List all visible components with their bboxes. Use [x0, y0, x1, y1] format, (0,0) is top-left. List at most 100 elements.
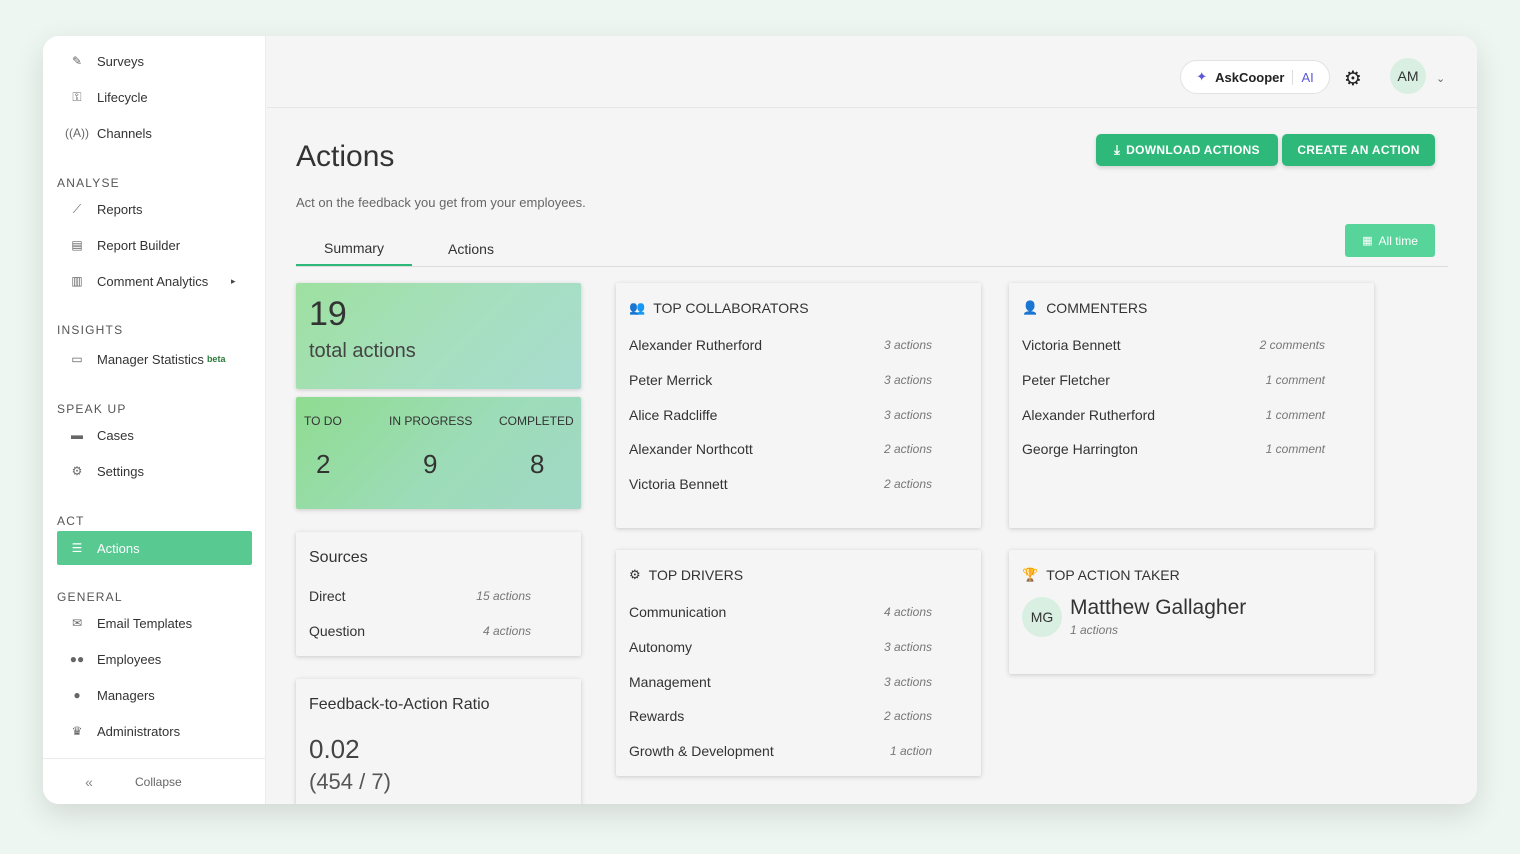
source-name: Direct [309, 588, 346, 604]
commenter-name: George Harrington [1022, 441, 1138, 457]
sources-title: Sources [309, 549, 368, 566]
users-icon: 👥 [629, 300, 646, 315]
download-actions-button[interactable]: ⤓ DOWNLOAD ACTIONS [1096, 134, 1278, 166]
ask-cooper-label: AskCooper [1215, 69, 1285, 85]
status-label-completed: COMPLETED [499, 414, 574, 428]
collaborator-count: 3 actions [883, 373, 932, 387]
tab-summary[interactable]: Summary [296, 232, 412, 266]
commenters-header: 👤 COMMENTERS [1022, 300, 1147, 316]
sidebar-item-label: Administrators [97, 723, 181, 739]
sidebar-item-label: Employees [97, 651, 162, 667]
collapse-label: Collapse [135, 774, 182, 789]
section-heading-act: ACT [57, 514, 85, 528]
top-action-taker-title: TOP ACTION TAKER [1046, 567, 1180, 583]
top-action-taker-header: 🏆 TOP ACTION TAKER [1022, 567, 1180, 583]
sparkle-icon: ✦ [1196, 69, 1208, 84]
collaborator-count: 3 actions [883, 408, 932, 422]
commenter-name: Alexander Rutherford [1022, 407, 1156, 423]
brush-icon: ✎ [71, 54, 83, 68]
sidebar-item-surveys[interactable]: ✎ Surveys [57, 44, 252, 78]
download-icon: ⤓ [1114, 142, 1121, 157]
bar-chart-icon: ▥ [71, 274, 83, 288]
tab-actions[interactable]: Actions [424, 232, 518, 266]
collaborator-name: Peter Merrick [629, 372, 713, 388]
ratio-value: 0.02 [309, 734, 360, 764]
envelope-icon: ✉ [71, 616, 83, 630]
sidebar-item-cases[interactable]: ▬ Cases [57, 418, 252, 452]
status-value-completed: 8 [530, 449, 545, 479]
driver-count: 1 action [889, 744, 932, 758]
status-label-in-progress: IN PROGRESS [389, 414, 473, 428]
commenter-name: Peter Fletcher [1022, 372, 1110, 388]
sidebar-item-label: Actions [97, 540, 140, 556]
total-actions-label: total actions [309, 340, 416, 362]
crown-icon: ♛ [71, 724, 83, 738]
sidebar-item-label: Managers [97, 687, 155, 703]
sidebar-item-comment-analytics[interactable]: ▥ Comment Analytics ▸ [57, 264, 252, 298]
driver-name: Communication [629, 604, 727, 620]
commenter-count: 2 comments [1259, 338, 1325, 352]
driver-name: Growth & Development [629, 743, 774, 759]
ratio-detail: (454 / 7) [309, 769, 391, 794]
total-actions-card: 19 total actions [296, 283, 581, 389]
user-avatar[interactable]: AM [1390, 58, 1426, 94]
file-edit-icon: ▤ [71, 238, 83, 252]
driver-count: 3 actions [883, 675, 932, 689]
sidebar-item-employees[interactable]: ●● Employees [57, 642, 252, 676]
collapse-button[interactable]: « Collapse [43, 758, 266, 804]
top-action-taker-name: Matthew Gallagher [1070, 596, 1247, 619]
sidebar-item-administrators[interactable]: ♛ Administrators [57, 714, 252, 748]
page-subtitle: Act on the feedback you get from your em… [296, 195, 586, 210]
status-label-todo: TO DO [304, 414, 342, 428]
folder-icon: ▬ [71, 428, 83, 442]
sidebar-item-report-builder[interactable]: ▤ Report Builder [57, 228, 252, 262]
sidebar-item-channels[interactable]: ((A)) Channels [57, 116, 252, 150]
key-icon: ⚿ [72, 89, 82, 104]
sidebar-item-lifecycle[interactable]: ⚿ Lifecycle [57, 80, 252, 114]
tab-bar: Summary Actions [296, 232, 1448, 267]
driver-name: Management [629, 674, 711, 690]
sidebar-item-label: Channels [97, 125, 152, 141]
top-collaborators-card: 👥 TOP COLLABORATORS Alexander Rutherford… [616, 283, 981, 528]
source-value: 4 actions [482, 624, 531, 638]
top-drivers-card: ⚙ TOP DRIVERS Communication 4 actions Au… [616, 550, 981, 776]
section-heading-analyse: ANALYSE [57, 176, 120, 190]
sidebar-item-managers[interactable]: ● Managers [57, 678, 252, 712]
collaborator-name: Alexander Northcott [629, 441, 753, 457]
page-title: Actions [296, 140, 395, 173]
sidebar-item-reports[interactable]: ⟋ Reports [57, 192, 252, 226]
line-chart-icon: ⟋ [72, 201, 82, 216]
chevron-down-icon[interactable]: ⌄ [1436, 72, 1445, 85]
ask-cooper-button[interactable]: ✦ AskCooper AI [1180, 60, 1330, 94]
sidebar-item-email-templates[interactable]: ✉ Email Templates [57, 606, 252, 640]
sidebar-item-label: Cases [97, 427, 134, 443]
create-action-button[interactable]: CREATE AN ACTION [1282, 134, 1435, 166]
date-filter-button[interactable]: ▦ All time [1345, 224, 1435, 257]
commenter-count: 1 comment [1265, 373, 1325, 387]
commenters-title: COMMENTERS [1046, 300, 1148, 316]
status-breakdown-card: TO DO IN PROGRESS COMPLETED 2 9 8 [296, 397, 581, 509]
sidebar-item-actions[interactable]: ☰ Actions [57, 531, 252, 565]
gear-icon[interactable]: ⚙ [1344, 66, 1362, 91]
ai-label: AI [1292, 69, 1314, 85]
sidebar: ✎ Surveys ⚿ Lifecycle ((A)) Channels ANA… [43, 36, 266, 804]
sources-card: Sources Direct 15 actions Question 4 act… [296, 532, 581, 656]
app-window: ✎ Surveys ⚿ Lifecycle ((A)) Channels ANA… [43, 36, 1477, 804]
collaborator-count: 3 actions [883, 338, 932, 352]
sidebar-item-label: Comment Analytics [97, 273, 209, 289]
sidebar-item-settings[interactable]: ⚙ Settings [57, 454, 252, 488]
caret-right-icon: ▸ [231, 275, 236, 286]
commenter-name: Victoria Bennett [1022, 337, 1121, 353]
sidebar-item-label: Email Templates [97, 615, 193, 631]
list-icon: ☰ [71, 541, 83, 555]
driver-name: Rewards [629, 708, 685, 724]
collaborator-name: Alice Radcliffe [629, 407, 718, 423]
driver-count: 3 actions [883, 640, 932, 654]
commenters-card: 👤 COMMENTERS Victoria Bennett 2 comments… [1009, 283, 1374, 528]
driver-count: 4 actions [883, 605, 932, 619]
date-filter-label: All time [1378, 233, 1418, 248]
section-heading-insights: INSIGHTS [57, 323, 124, 337]
double-chevron-left-icon: « [85, 773, 93, 790]
sidebar-item-manager-statistics[interactable]: ▭ Manager Statistics beta [57, 342, 252, 376]
section-heading-speak-up: SPEAK UP [57, 402, 127, 416]
